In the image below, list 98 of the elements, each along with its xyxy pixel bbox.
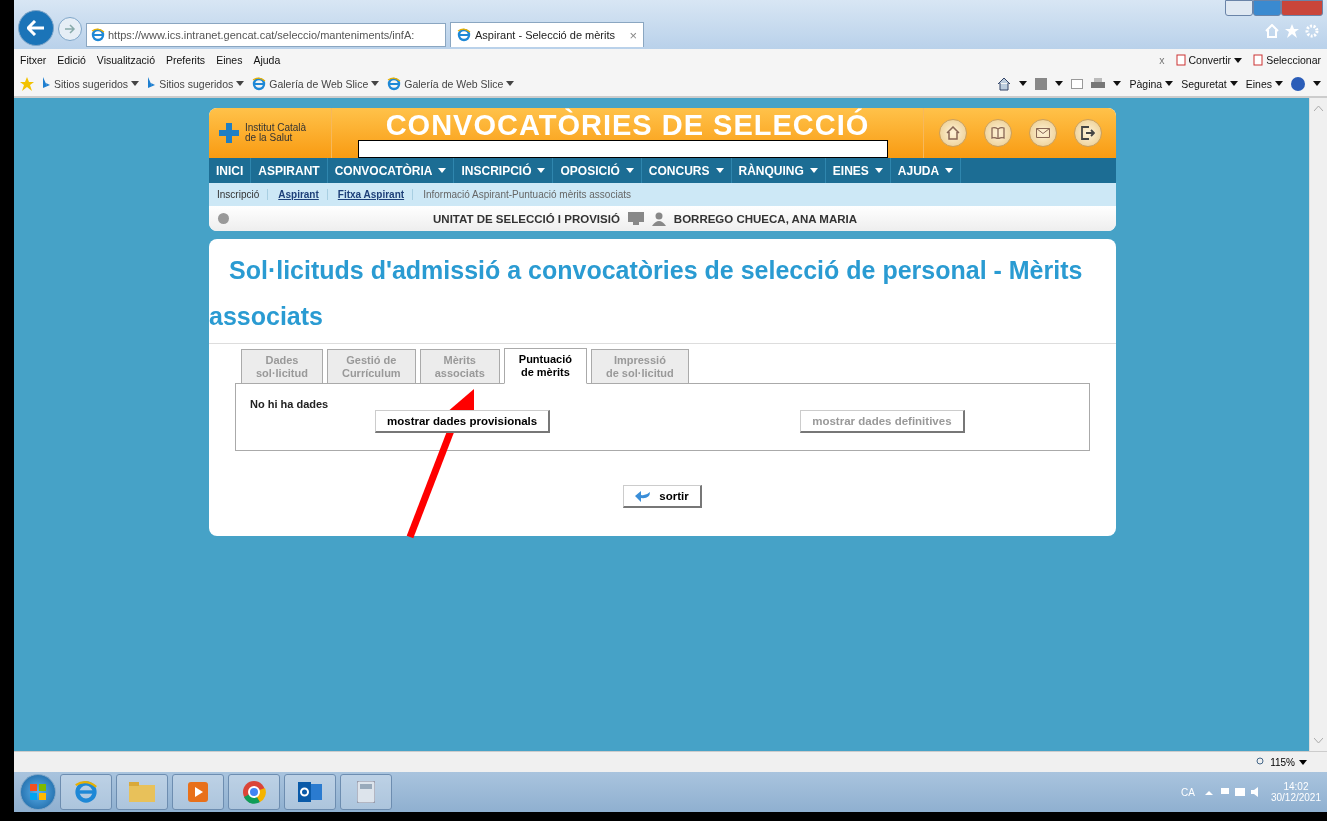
- home-icon[interactable]: [997, 76, 1012, 91]
- favorite-link[interactable]: Galería de Web Slice: [252, 76, 380, 91]
- printer-icon[interactable]: [1091, 77, 1106, 90]
- home-button[interactable]: [938, 119, 967, 147]
- mail-taskbar-button[interactable]: [284, 774, 336, 810]
- caret-icon: [371, 81, 380, 86]
- breadcrumb-item: Informació Aspirant-Puntuació mèrits associats: [422, 189, 632, 200]
- tab[interactable]: Puntuació de mèrits: [503, 348, 587, 384]
- command-button[interactable]: Seguretat: [1181, 77, 1238, 90]
- menu-item[interactable]: Edició: [57, 54, 86, 66]
- book-icon: [990, 127, 1005, 139]
- site-title: CONVOCATÒRIES DE SELECCIÓ: [385, 110, 870, 140]
- command-button[interactable]: Eines: [1245, 77, 1283, 90]
- caret-icon: [1275, 81, 1283, 86]
- scrollbar[interactable]: [1309, 98, 1327, 751]
- tray-icons[interactable]: [1204, 786, 1261, 798]
- exit-button[interactable]: sortir: [623, 485, 702, 508]
- mail-app-icon: [298, 781, 322, 803]
- address-bar[interactable]: https://www.ics.intranet.gencat.cat/seleccio/manteniments/infA:: [86, 23, 446, 47]
- mail-button[interactable]: [1028, 119, 1057, 147]
- scroll-up-icon[interactable]: [1314, 106, 1323, 111]
- scroll-down-icon[interactable]: [1314, 738, 1323, 743]
- show-data-button[interactable]: mostrar dades provisionals: [375, 410, 551, 433]
- menu-item[interactable]: Fitxer: [20, 54, 47, 66]
- start-button[interactable]: [20, 774, 56, 810]
- breadcrumb-item: Inscripció: [213, 189, 269, 200]
- menu-item[interactable]: Preferits: [166, 54, 206, 66]
- caret-icon: [1299, 759, 1307, 765]
- tab-title: Aspirant - Selecció de mèrits: [475, 29, 615, 41]
- document-icon: [1175, 54, 1186, 66]
- windows-logo-icon: [30, 784, 46, 800]
- minimize-button[interactable]: [1225, 0, 1253, 16]
- favorite-link[interactable]: Sitios sugeridos: [147, 77, 245, 90]
- close-bar-button[interactable]: x: [1159, 54, 1165, 66]
- breadcrumb-link[interactable]: Aspirant: [274, 189, 328, 200]
- forward-button[interactable]: [58, 17, 82, 41]
- monitor-icon: [627, 212, 644, 225]
- envelope-icon: [1035, 128, 1050, 138]
- play-icon: [188, 782, 208, 802]
- browser-icon: [387, 76, 402, 91]
- zoom-icon: [1256, 757, 1267, 767]
- browser-icon: [252, 76, 267, 91]
- user-icon: [651, 211, 666, 226]
- caret-icon: [1234, 57, 1243, 63]
- menu-item[interactable]: Ajuda: [253, 54, 281, 66]
- menu-item[interactable]: Eines: [216, 54, 243, 66]
- empty-message: No hi ha dades: [250, 398, 329, 410]
- favorite-link[interactable]: Sitios sugeridos: [42, 77, 140, 90]
- chrome-taskbar-button[interactable]: [228, 774, 280, 810]
- home-icon: [945, 126, 960, 140]
- b-logo-icon: [147, 77, 157, 90]
- player-taskbar-button[interactable]: [172, 774, 224, 810]
- left-arrow-icon: [27, 20, 45, 36]
- document-icon: [1253, 54, 1264, 66]
- menu-item[interactable]: Visualització: [96, 54, 156, 66]
- calculator-icon: [357, 781, 375, 803]
- caret-icon: [1055, 81, 1064, 86]
- caret-icon: [1229, 81, 1238, 86]
- user-name: BORREGO CHUECA, ANA MARIA: [673, 212, 857, 225]
- logout-button[interactable]: [1073, 119, 1102, 147]
- browser-taskbar-button[interactable]: [60, 774, 112, 810]
- chrome-logo-icon: [242, 780, 266, 804]
- settings-icon[interactable]: [1305, 24, 1319, 38]
- zoom-level[interactable]: 115%: [1270, 756, 1295, 768]
- command-button[interactable]: Pàgina: [1129, 77, 1174, 90]
- browser-icon: [91, 28, 105, 42]
- logout-icon: [1080, 126, 1095, 140]
- cross-logo-icon: [219, 123, 239, 143]
- caret-icon: [1165, 81, 1174, 86]
- browser-logo-icon: [74, 780, 98, 804]
- favorite-link[interactable]: Galería de Web Slice: [387, 76, 515, 91]
- caret-icon: [236, 81, 245, 86]
- book-button[interactable]: [983, 119, 1012, 147]
- favorites-star-icon[interactable]: [20, 76, 34, 91]
- caret-icon: [1313, 81, 1321, 86]
- toolbar-button[interactable]: Convertir: [1175, 54, 1243, 66]
- return-arrow-icon: [635, 490, 652, 502]
- close-icon[interactable]: ×: [629, 27, 637, 43]
- caret-icon: [131, 81, 140, 86]
- breadcrumb-link[interactable]: Fitxa Aspirant: [333, 189, 414, 200]
- folder-icon: [129, 782, 155, 802]
- caret-icon: [506, 81, 515, 86]
- unit-name: UNITAT DE SELECCIÓ I PROVISIÓ: [433, 212, 620, 225]
- toolbar-button[interactable]: Seleccionar: [1253, 54, 1321, 66]
- right-arrow-icon: [64, 24, 76, 34]
- back-button[interactable]: [18, 10, 54, 46]
- star-icon[interactable]: [1285, 24, 1299, 38]
- b-logo-icon: [42, 77, 51, 90]
- mail-icon[interactable]: [1071, 78, 1084, 89]
- caret-icon: [1019, 81, 1028, 86]
- caret-icon: [1113, 81, 1122, 86]
- url-text: https://www.ics.intranet.gencat.cat/seleccio/manteniments/infA:: [108, 29, 415, 41]
- folder-taskbar-button[interactable]: [116, 774, 168, 810]
- calculator-taskbar-button[interactable]: [340, 774, 392, 810]
- browser-icon: [457, 28, 471, 42]
- browser-tab[interactable]: Aspirant - Selecció de mèrits ×: [450, 22, 644, 47]
- logo-text: Institut Català de la Salut: [245, 123, 307, 143]
- page-heading: Sol·licituds d'admissió a convocatòries de selecció de personal - Mèrits associats: [209, 239, 1116, 344]
